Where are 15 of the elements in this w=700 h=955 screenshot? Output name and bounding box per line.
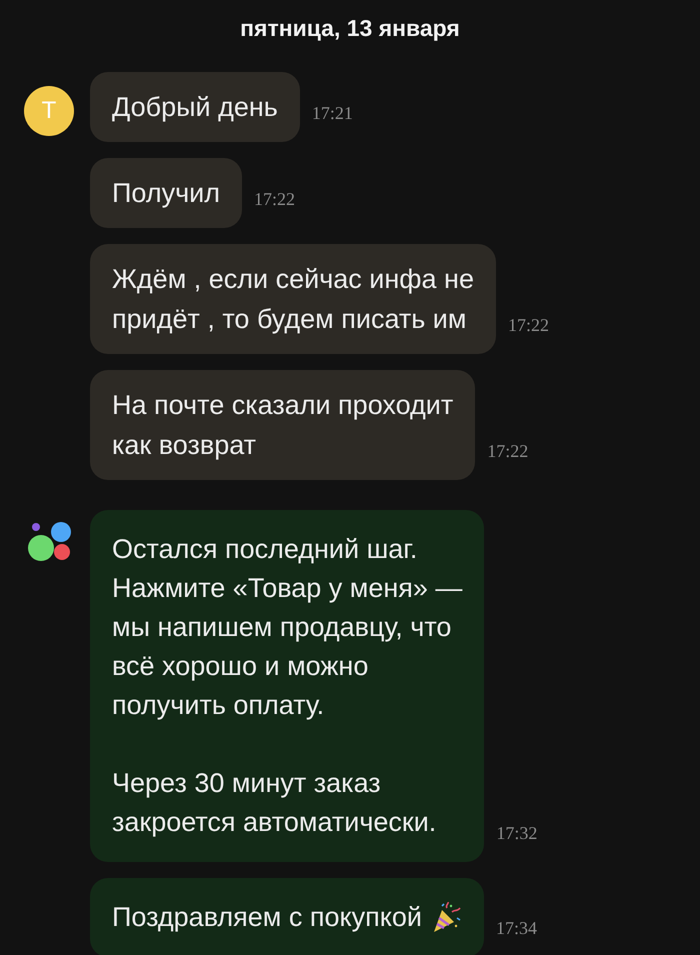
- message-text: Добрый день: [112, 91, 278, 124]
- message-time: 17:34: [496, 918, 537, 939]
- message-text: Получил: [112, 177, 220, 210]
- dots-logo-icon: [28, 522, 74, 562]
- message-text: Остался последний шаг. Нажмите «Товар у меня» — мы напишем продавцу, что всё хорошо и можно получить оплату. Через 30 минут заказ закроется автоматически.: [112, 533, 462, 839]
- message-text: На почте сказали проходит как возврат: [112, 389, 454, 462]
- message-time: 17:22: [487, 441, 528, 462]
- message-text: Ждём , если сейчас инфа не придёт , то будем писать им: [112, 263, 474, 336]
- message-time: 17:22: [508, 315, 549, 336]
- message-time: 17:32: [496, 823, 538, 844]
- message-time: 17:21: [312, 103, 353, 124]
- message-text: Поздравляем с покупкой: [112, 901, 422, 934]
- date-header: пятница, 13 января: [239, 14, 461, 43]
- avatar: Т: [24, 86, 74, 136]
- message-time: 17:22: [254, 189, 296, 210]
